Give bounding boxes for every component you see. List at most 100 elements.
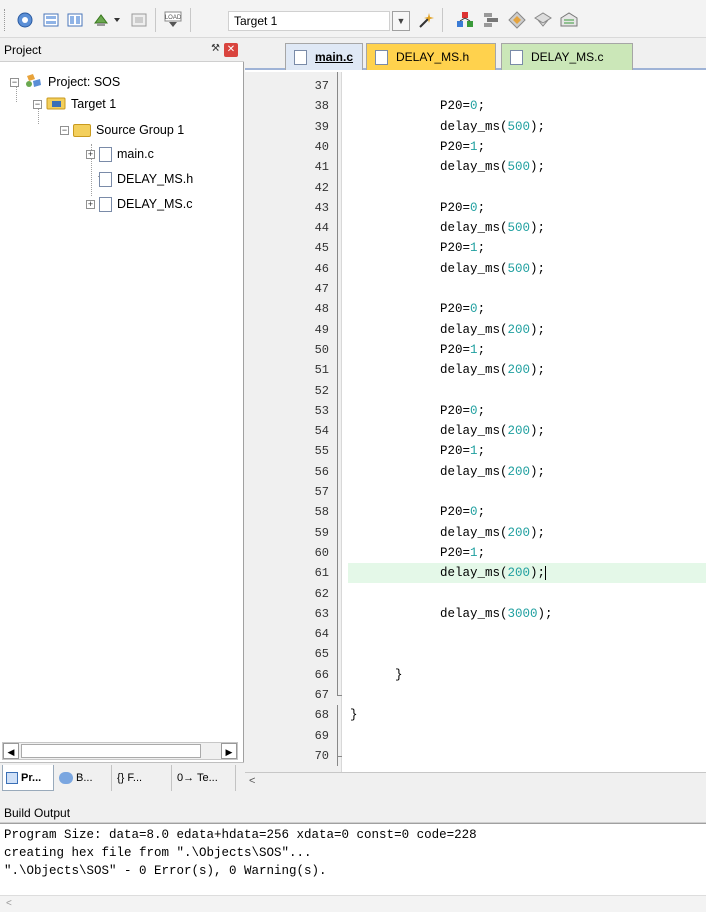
manage-runtime-icon[interactable] — [558, 9, 580, 31]
toolbar-separator — [155, 8, 156, 32]
file-icon — [375, 49, 388, 65]
file-icon — [99, 196, 112, 212]
code-line: delay_ms(200); — [440, 363, 546, 378]
project-panel-header: Project ⚒ ✕ — [0, 38, 244, 62]
line-number: 50 — [314, 342, 329, 357]
line-number: 68 — [314, 708, 329, 723]
pin-icon[interactable]: ⚒ — [211, 43, 220, 54]
toolbar-grip[interactable] — [4, 9, 7, 31]
project-icon — [23, 73, 43, 92]
tab-label: main.c — [315, 50, 354, 64]
build-output-hscrollbar[interactable]: < — [0, 895, 706, 912]
build-target-icon[interactable] — [14, 9, 36, 31]
scroll-left-icon[interactable]: < — [6, 898, 12, 909]
code-line: delay_ms(500); — [440, 119, 546, 134]
project-books-icon[interactable] — [532, 9, 554, 31]
line-number: 63 — [314, 606, 329, 621]
svg-text:LOAD: LOAD — [165, 15, 182, 21]
translate-icon[interactable] — [90, 9, 112, 31]
project-tab-icon — [6, 771, 18, 784]
close-icon[interactable]: ✕ — [224, 43, 238, 57]
scroll-left-icon[interactable]: < — [249, 775, 255, 787]
code-line: P20=1; — [440, 444, 486, 459]
code-line: P20=1; — [440, 342, 486, 357]
scroll-thumb[interactable] — [21, 744, 201, 758]
code-line: delay_ms(200); — [440, 565, 547, 581]
code-line: } — [395, 667, 403, 682]
code-line: delay_ms(500); — [440, 221, 546, 236]
tab-label: {} F... — [117, 772, 143, 784]
code-line: P20=0; — [440, 403, 486, 418]
pack-installer-icon[interactable] — [506, 9, 528, 31]
code-editor[interactable]: P20=0; delay_ms(500); P20=1; delay_ms(500);… — [342, 72, 706, 772]
line-number: 58 — [314, 505, 329, 520]
tree-item-file[interactable]: DELAY_MS.h — [99, 169, 193, 189]
build-output-title: Build Output — [4, 806, 71, 820]
batch-build-icon[interactable] — [40, 9, 62, 31]
tree-item-label: DELAY_MS.c — [117, 197, 193, 211]
select-packs-icon[interactable] — [480, 9, 502, 31]
code-line: P20=0; — [440, 302, 486, 317]
build-output-line: Program Size: data=8.0 edata+hdata=256 x… — [4, 828, 477, 842]
code-line: delay_ms(3000); — [440, 606, 553, 621]
chevron-down-icon[interactable] — [112, 9, 122, 31]
line-number: 52 — [314, 383, 329, 398]
code-line: P20=0; — [440, 99, 486, 114]
line-number: 69 — [314, 728, 329, 743]
file-icon — [99, 171, 112, 187]
tab-main-c[interactable]: main.c — [285, 43, 363, 70]
tree-item-file[interactable]: + DELAY_MS.c — [86, 194, 193, 214]
project-panel-title: Project — [4, 43, 42, 57]
editor-area: main.c DELAY_MS.h DELAY_MS.c 37 38 39 40 41 4… — [245, 38, 706, 792]
tab-label: DELAY_MS.h — [396, 50, 470, 64]
code-line: delay_ms(200); — [440, 464, 546, 479]
tree-item-target[interactable]: − Target 1 — [33, 94, 116, 114]
books-icon — [59, 772, 73, 784]
line-number: 57 — [314, 485, 329, 499]
target-select[interactable]: Target 1 — [228, 11, 390, 31]
expand-icon[interactable]: + — [86, 149, 95, 159]
toolbar-separator — [442, 8, 443, 32]
code-line: P20=1; — [440, 545, 486, 560]
tab-label: DELAY_MS.c — [531, 50, 604, 64]
project-hscrollbar[interactable]: ◀ ▶ — [2, 742, 238, 760]
scroll-right-icon[interactable]: ▶ — [221, 743, 237, 759]
file-icon — [294, 49, 307, 65]
line-number: 42 — [314, 180, 329, 195]
line-number: 64 — [314, 627, 329, 642]
tab-templates[interactable]: 0→ Te... — [174, 765, 236, 791]
stop-build-icon[interactable] — [128, 9, 150, 31]
tab-label: B... — [76, 772, 93, 784]
tree-item-file[interactable]: + main.c — [86, 144, 154, 164]
download-icon[interactable]: LOAD — [162, 9, 184, 31]
toolbar: LOAD Target 1 ▼ — [0, 0, 706, 38]
code-line: P20=1; — [440, 241, 486, 256]
tab-delay-ms-c[interactable]: DELAY_MS.c — [501, 43, 633, 70]
tree-item-source-group[interactable]: − Source Group 1 — [60, 120, 184, 140]
line-number: 65 — [314, 647, 329, 662]
project-bottom-tabs: Pr... B... {} F... 0→ Te... — [0, 762, 244, 792]
code-line: } — [350, 708, 358, 723]
line-number: 37 — [314, 79, 329, 93]
collapse-icon[interactable]: − — [60, 125, 69, 135]
editor-hscrollbar[interactable]: < — [245, 772, 706, 792]
options-icon[interactable] — [416, 9, 438, 31]
rebuild-icon[interactable] — [64, 9, 86, 31]
collapse-icon[interactable]: − — [33, 99, 42, 109]
collapse-icon[interactable]: − — [10, 77, 19, 87]
tab-books[interactable]: B... — [56, 765, 112, 791]
line-number: 39 — [314, 119, 329, 134]
line-number: 51 — [314, 363, 329, 378]
tree-item-project[interactable]: − Project: SOS — [10, 72, 120, 92]
manage-components-icon[interactable] — [454, 9, 476, 31]
code-line: P20=0; — [440, 505, 486, 520]
line-number: 38 — [314, 99, 329, 114]
target-select-dropdown[interactable]: ▼ — [392, 11, 410, 31]
scroll-left-icon[interactable]: ◀ — [3, 743, 19, 759]
tab-project[interactable]: Pr... — [2, 765, 54, 791]
line-number: 59 — [314, 525, 329, 540]
tab-delay-ms-h[interactable]: DELAY_MS.h — [366, 43, 496, 70]
tab-functions[interactable]: {} F... — [114, 765, 172, 791]
line-number: 46 — [314, 261, 329, 276]
expand-icon[interactable]: + — [86, 199, 95, 209]
